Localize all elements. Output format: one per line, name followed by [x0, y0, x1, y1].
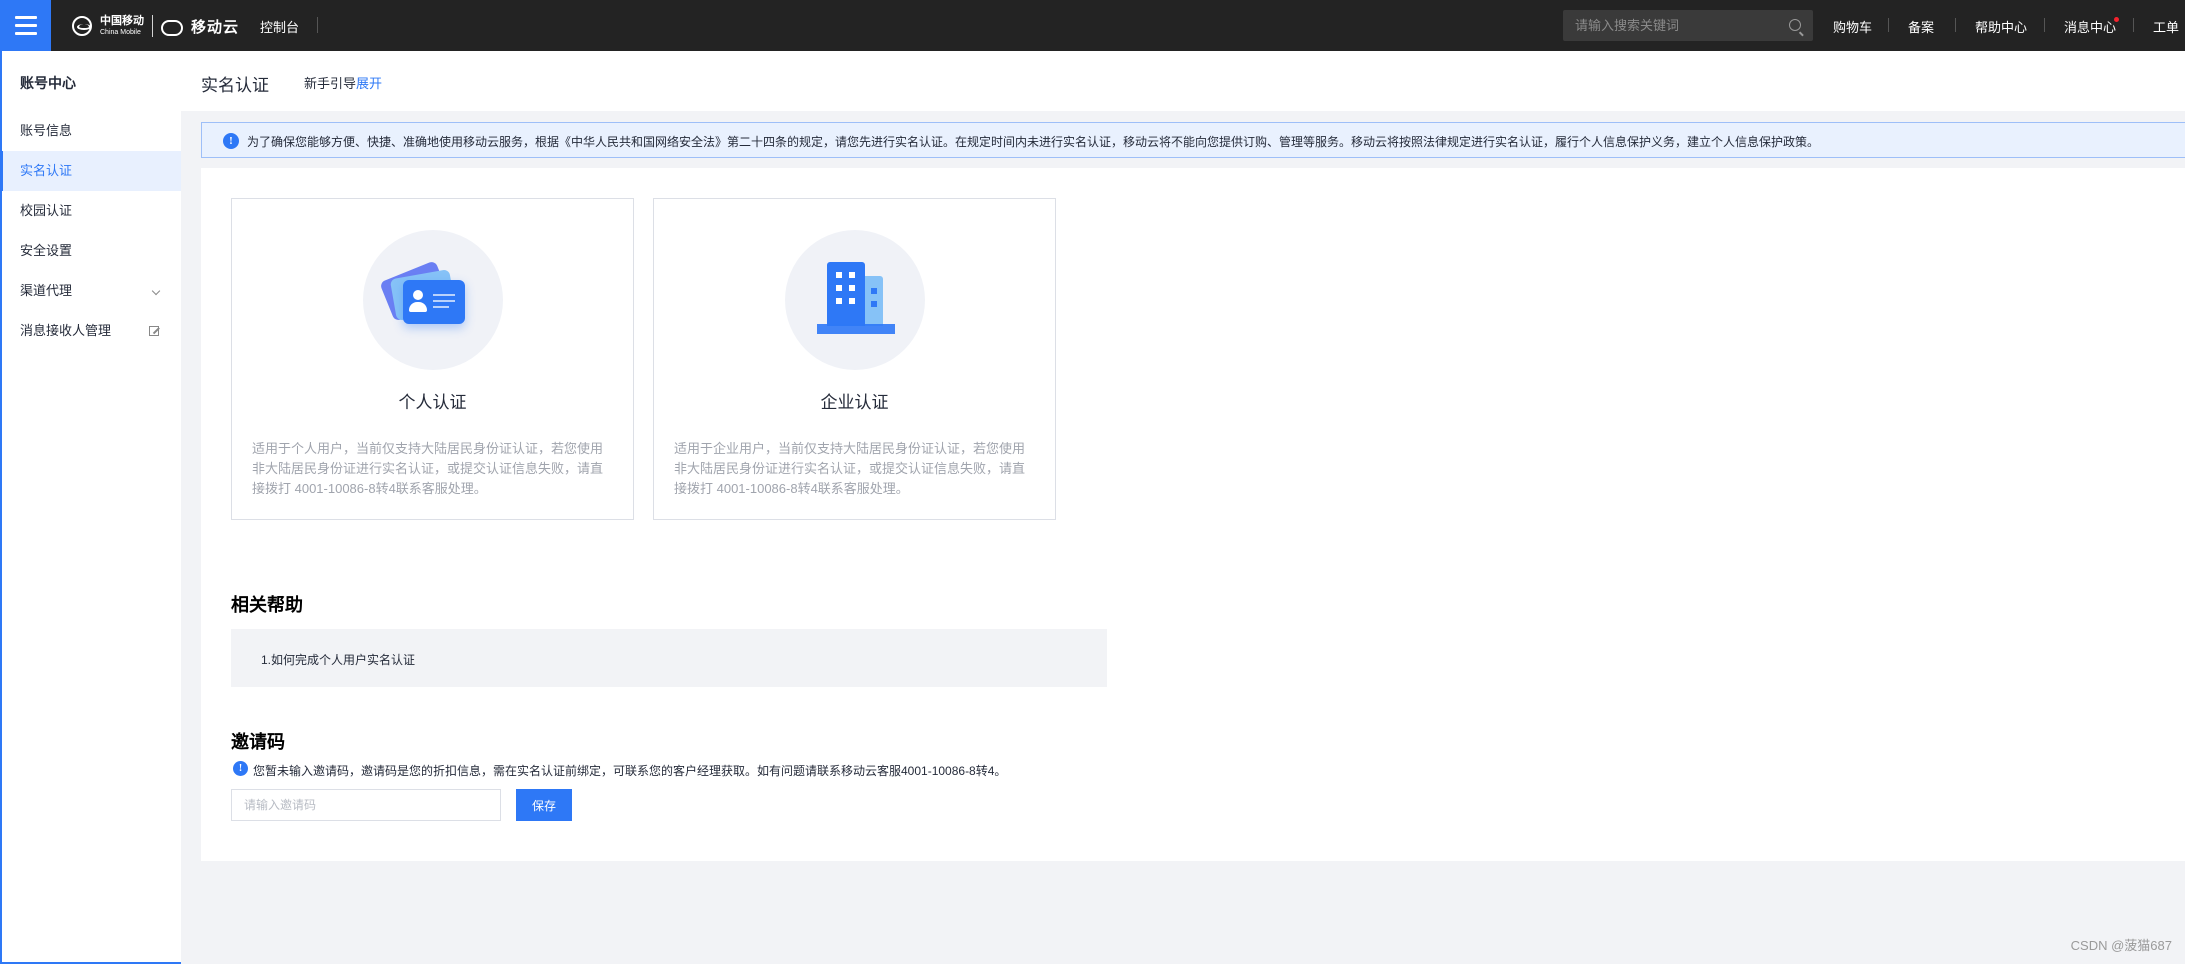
card-line	[433, 294, 455, 296]
notice-banner: ! 为了确保您能够方便、快捷、准确地使用移动云服务，根据《中华人民共和国网络安全…	[201, 122, 2185, 158]
watermark: CSDN @菠猫687	[2070, 938, 2172, 953]
sidebar-item-label: 实名认证	[20, 163, 73, 178]
china-mobile-cn: 中国移动	[100, 15, 144, 27]
cart-link[interactable]: 购物车	[1833, 17, 1872, 36]
divider	[1888, 18, 1889, 32]
page-title: 实名认证	[201, 76, 269, 95]
menu-icon	[14, 24, 37, 27]
external-link-icon	[149, 324, 161, 336]
sidebar-item-label: 消息接收人管理	[20, 323, 112, 338]
tickets-link[interactable]: 工单	[2153, 17, 2179, 36]
card-description: 适用于企业用户，当前仅支持大陆居民身份证认证，若您使用非大陆居民身份证进行实名认…	[674, 441, 1026, 496]
sidebar-item-label: 安全设置	[20, 243, 73, 258]
sidebar-item-channel-agent[interactable]: 渠道代理	[0, 271, 181, 311]
info-icon: !	[233, 761, 248, 776]
card-line	[433, 306, 449, 308]
sidebar-item-account-info[interactable]: 账号信息	[0, 111, 181, 151]
personal-auth-card[interactable]: 个人认证 适用于个人用户，当前仅支持大陆居民身份证认证，若您使用非大陆居民身份证…	[231, 198, 634, 520]
sidebar-item-security[interactable]: 安全设置	[0, 231, 181, 271]
invite-section-title: 邀请码	[231, 732, 285, 752]
search-input[interactable]	[1563, 10, 1813, 41]
building-main	[827, 262, 865, 326]
help-link[interactable]: 1.如何完成个人用户实名认证	[261, 651, 415, 668]
person-head	[413, 290, 423, 300]
top-navigation-bar: 中国移动 China Mobile 移动云 控制台 购物车 备案 帮助中心 消息…	[0, 0, 2185, 51]
card-line	[433, 300, 455, 302]
divider	[317, 17, 318, 33]
card-title: 企业认证	[820, 393, 889, 412]
divider	[1955, 18, 1956, 32]
hamburger-menu-button[interactable]	[0, 0, 51, 51]
divider	[2044, 18, 2045, 32]
sidebar-item-label: 渠道代理	[20, 283, 73, 298]
help-center-link[interactable]: 帮助中心	[1975, 17, 2027, 36]
card-description: 适用于个人用户，当前仅支持大陆居民身份证认证，若您使用非大陆居民身份证进行实名认…	[252, 441, 604, 496]
sidebar-item-message-recipients[interactable]: 消息接收人管理	[0, 311, 181, 351]
invite-code-input[interactable]	[231, 789, 501, 821]
sidebar-item-real-name-auth[interactable]: 实名认证	[0, 151, 181, 191]
window	[849, 285, 855, 291]
id-card-front	[403, 280, 465, 324]
save-button[interactable]: 保存	[516, 789, 572, 821]
window	[849, 298, 855, 304]
person-body	[409, 302, 427, 312]
search-icon[interactable]	[1789, 19, 1801, 31]
sidebar-item-label: 校园认证	[20, 203, 73, 218]
chevron-down-icon	[151, 286, 161, 296]
window-edge	[0, 51, 2, 964]
sidebar-title: 账号中心	[20, 75, 76, 91]
help-list: 1.如何完成个人用户实名认证	[231, 629, 1107, 687]
menu-icon	[14, 32, 37, 35]
notice-text: 为了确保您能够方便、快捷、准确地使用移动云服务，根据《中华人民共和国网络安全法》…	[247, 135, 1820, 149]
building-icon	[785, 230, 925, 370]
page-header: 实名认证 新手引导 展开	[181, 51, 2185, 111]
invite-note: 您暂未输入邀请码，邀请码是您的折扣信息，需在实名认证前绑定，可联系您的客户经理获…	[253, 764, 1007, 778]
enterprise-auth-card[interactable]: 企业认证 适用于企业用户，当前仅支持大陆居民身份证认证，若您使用非大陆居民身份证…	[653, 198, 1056, 520]
global-search	[1563, 10, 1813, 41]
sidebar-item-campus-auth[interactable]: 校园认证	[0, 191, 181, 231]
china-mobile-wordmark: 中国移动 China Mobile	[100, 15, 144, 37]
sidebar-item-label: 账号信息	[20, 123, 73, 138]
window	[836, 298, 842, 304]
logo-divider	[152, 15, 153, 37]
sidebar: 账号中心 账号信息 实名认证 校园认证 安全设置 渠道代理 消息接收人管理	[0, 51, 181, 964]
building-side	[865, 276, 883, 326]
console-link[interactable]: 控制台	[260, 17, 299, 36]
guide-label: 新手引导	[304, 76, 357, 91]
building-base	[817, 324, 895, 334]
card-title: 个人认证	[398, 393, 467, 412]
window	[836, 285, 842, 291]
guide-expand-link[interactable]: 展开	[356, 73, 382, 92]
window	[871, 288, 877, 294]
unread-dot-icon	[2114, 17, 2119, 22]
help-section-title: 相关帮助	[231, 595, 303, 615]
window	[871, 301, 877, 307]
brand-logo[interactable]: 中国移动 China Mobile 移动云	[72, 13, 239, 39]
brand-name: 移动云	[191, 18, 240, 36]
menu-icon	[14, 16, 37, 19]
info-icon: !	[223, 133, 239, 149]
message-center-link[interactable]: 消息中心	[2064, 17, 2116, 36]
id-card-icon	[363, 230, 503, 370]
cloud-logo-icon	[161, 17, 183, 36]
record-link[interactable]: 备案	[1908, 17, 1934, 36]
divider	[2133, 18, 2134, 32]
china-mobile-logo-icon	[72, 16, 92, 36]
window	[849, 272, 855, 278]
window	[836, 272, 842, 278]
china-mobile-en: China Mobile	[100, 29, 141, 36]
